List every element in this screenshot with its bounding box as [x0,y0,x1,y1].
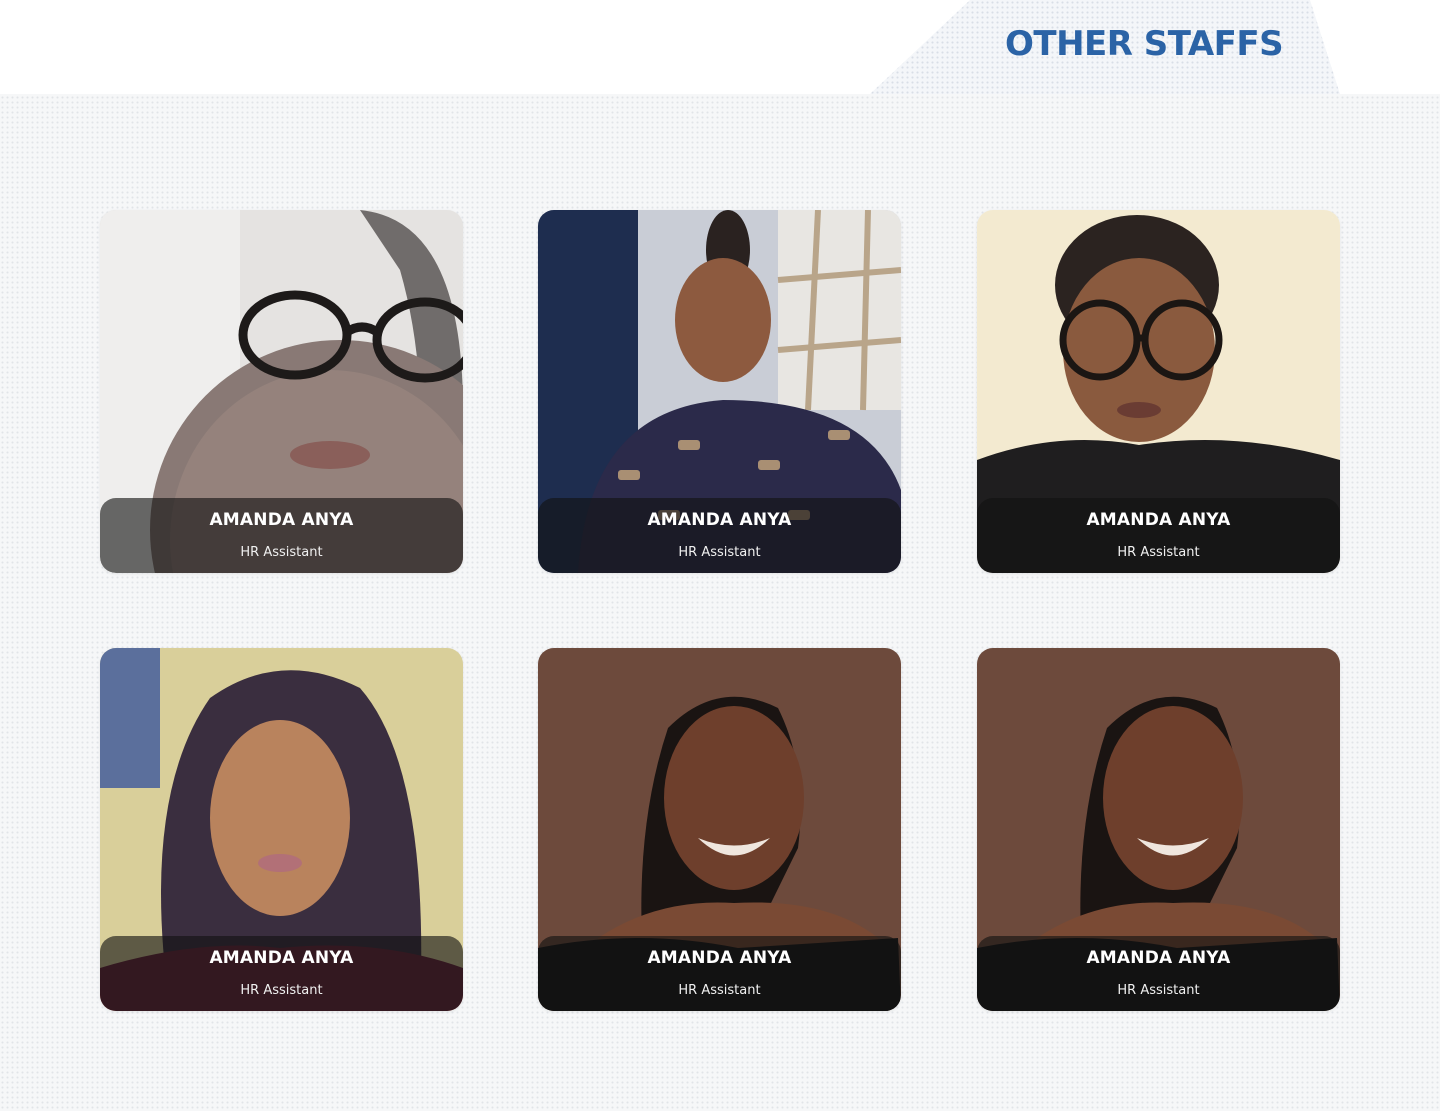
staff-caption: AMANDA ANYA HR Assistant [977,498,1340,573]
staff-name: AMANDA ANYA [1086,948,1231,968]
staff-role: HR Assistant [1117,545,1200,560]
staff-caption: AMANDA ANYA HR Assistant [538,936,901,1011]
staff-role: HR Assistant [678,983,761,998]
staff-role: HR Assistant [240,983,323,998]
staff-name: AMANDA ANYA [209,948,354,968]
staff-role: HR Assistant [678,545,761,560]
staff-caption: AMANDA ANYA HR Assistant [100,498,463,573]
staff-card[interactable]: AMANDA ANYA HR Assistant [100,210,463,573]
staff-card[interactable]: AMANDA ANYA HR Assistant [538,648,901,1011]
staff-card[interactable]: AMANDA ANYA HR Assistant [538,210,901,573]
staff-card[interactable]: AMANDA ANYA HR Assistant [977,210,1340,573]
staff-role: HR Assistant [1117,983,1200,998]
staff-card[interactable]: AMANDA ANYA HR Assistant [977,648,1340,1011]
staff-card[interactable]: AMANDA ANYA HR Assistant [100,648,463,1011]
staff-role: HR Assistant [240,545,323,560]
staff-caption: AMANDA ANYA HR Assistant [100,936,463,1011]
staff-caption: AMANDA ANYA HR Assistant [977,936,1340,1011]
staff-caption: AMANDA ANYA HR Assistant [538,498,901,573]
staff-name: AMANDA ANYA [647,510,792,530]
staff-name: AMANDA ANYA [1086,510,1231,530]
staff-name: AMANDA ANYA [647,948,792,968]
staff-name: AMANDA ANYA [209,510,354,530]
staff-grid: AMANDA ANYA HR Assistant AMANDA ANYA HR … [0,0,1440,1111]
